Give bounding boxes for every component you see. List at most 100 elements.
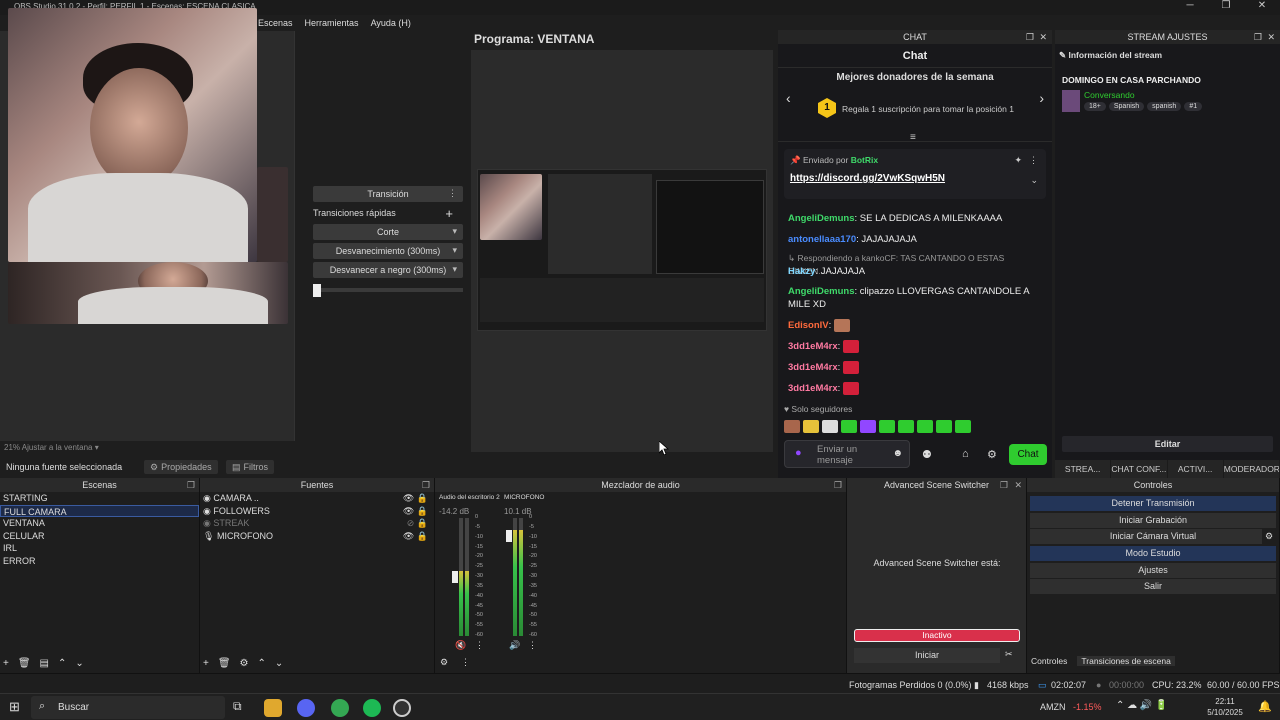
gear-icon[interactable]: ⚙ xyxy=(987,448,997,461)
undock-icon[interactable]: ❐ xyxy=(422,478,430,492)
emote-button[interactable] xyxy=(860,420,876,433)
volume-fader-knob[interactable] xyxy=(452,571,458,583)
close-icon[interactable]: ✕ xyxy=(1014,478,1022,492)
undock-icon[interactable]: ❐ xyxy=(1254,30,1262,44)
chevron-up-icon[interactable]: ⌃ xyxy=(58,658,66,669)
close-icon[interactable]: ✕ xyxy=(1039,30,1047,44)
task-view-icon[interactable]: ⧉ xyxy=(233,699,242,714)
menu-escenas[interactable]: Escenas xyxy=(258,18,293,28)
chevron-down-icon[interactable]: ▾ xyxy=(452,264,457,275)
tab-moderators[interactable]: MODERADORE... xyxy=(1224,460,1280,478)
gear-icon[interactable]: ⚙ xyxy=(440,657,448,668)
points-icon[interactable]: ⚉ xyxy=(922,448,932,461)
kebab-menu-icon[interactable]: ⋮ xyxy=(461,657,470,668)
emote-button[interactable] xyxy=(822,420,838,433)
switcher-start-button[interactable]: Iniciar xyxy=(854,648,1000,663)
scene-item[interactable]: CELULAR xyxy=(0,530,199,543)
transition-fade-button[interactable]: Desvanecimiento (300ms) ▾ xyxy=(313,243,463,259)
close-window-button[interactable]: ✕ xyxy=(1244,0,1280,11)
emote-button[interactable] xyxy=(879,420,895,433)
settings-button[interactable]: Ajustes xyxy=(1030,562,1276,578)
emote-button[interactable] xyxy=(936,420,952,433)
chevron-down-icon[interactable]: ▾ xyxy=(452,245,457,256)
studio-mode-button[interactable]: Modo Estudio xyxy=(1030,546,1276,562)
stream-category[interactable]: Conversando xyxy=(1084,90,1135,100)
close-icon[interactable]: ✕ xyxy=(1267,30,1275,44)
properties-button[interactable]: ⚙ Propiedades xyxy=(144,460,218,474)
chat-username[interactable]: AngeliDemuns xyxy=(788,213,855,224)
emote-button[interactable] xyxy=(784,420,800,433)
scene-item[interactable]: IRL xyxy=(0,542,199,555)
mute-icon[interactable]: 🔇 xyxy=(455,640,466,651)
stock-ticker[interactable]: AMZN xyxy=(1040,702,1066,712)
emote-button[interactable] xyxy=(841,420,857,433)
start-recording-button[interactable]: Iniciar Grabación xyxy=(1030,512,1276,528)
minimize-button[interactable]: ─ xyxy=(1172,0,1208,11)
gear-icon[interactable]: ⚙ xyxy=(240,658,249,669)
scene-item-selected[interactable]: FULL CAMARA xyxy=(0,504,199,518)
taskbar-search[interactable]: ⌕ Buscar xyxy=(31,696,225,719)
scene-item[interactable]: ERROR xyxy=(0,555,199,568)
tab-scene-transitions[interactable]: Transiciones de escena xyxy=(1077,656,1175,666)
gear-icon[interactable]: ⚙ xyxy=(1262,529,1276,545)
chevron-down-icon[interactable]: ⌄ xyxy=(275,658,283,669)
filter-icon[interactable]: ▤ xyxy=(40,658,49,669)
volume-fader-knob[interactable] xyxy=(506,530,512,542)
start-virtual-camera-button[interactable]: Iniciar Cámara Virtual ⚙ xyxy=(1030,529,1276,545)
add-icon[interactable]: + xyxy=(3,658,9,669)
edit-button[interactable]: Editar xyxy=(1062,436,1273,452)
chevron-up-icon[interactable]: ⌃ xyxy=(258,658,266,669)
chat-username[interactable]: AngeliDemuns xyxy=(788,286,855,297)
plus-icon[interactable]: + xyxy=(445,206,453,221)
scene-item[interactable]: VENTANA xyxy=(0,517,199,530)
file-explorer-icon[interactable] xyxy=(264,699,282,717)
chat-username[interactable]: 3dd1eM4rx xyxy=(788,362,838,373)
pinned-link[interactable]: https://discord.gg/2VwKSqwH5N xyxy=(790,173,945,184)
emote-button[interactable] xyxy=(898,420,914,433)
chat-username[interactable]: 3dd1eM4rx xyxy=(788,341,838,352)
program-canvas[interactable] xyxy=(471,50,773,452)
source-item[interactable]: 🎙 MICROFONO 👁 🔒 xyxy=(200,530,434,543)
eye-hidden-icon[interactable]: ⊘ 🔒 xyxy=(407,517,428,530)
emote-button[interactable] xyxy=(803,420,819,433)
t-bar-slider[interactable] xyxy=(313,284,463,297)
tab-controls[interactable]: Controles xyxy=(1031,656,1067,666)
spotify-icon[interactable] xyxy=(363,699,381,717)
microphone-icon[interactable]: ● xyxy=(795,447,802,459)
add-icon[interactable]: + xyxy=(203,658,209,669)
tray-icons[interactable]: ⌃ ☁ 🔊 🔋 xyxy=(1116,700,1168,711)
undock-icon[interactable]: ❐ xyxy=(1026,30,1034,44)
chat-username[interactable]: EdisonIV xyxy=(788,320,829,331)
chevron-right-icon[interactable]: › xyxy=(1039,90,1044,106)
source-item[interactable]: ◉ FOLLOWERS 👁 🔒 xyxy=(200,505,434,518)
filters-button[interactable]: ▤ Filtros xyxy=(226,460,275,474)
kebab-menu-icon[interactable]: ⋮ xyxy=(448,188,457,199)
discord-icon[interactable] xyxy=(297,699,315,717)
source-item[interactable]: ◉ CAMARA .. 👁 🔒 xyxy=(200,492,434,505)
transition-corte-button[interactable]: Corte ▾ xyxy=(313,224,463,240)
trash-icon[interactable]: 🗑 xyxy=(218,658,231,669)
chevron-down-icon[interactable]: ▾ xyxy=(452,226,457,237)
kebab-menu-icon[interactable]: ⋮ xyxy=(475,640,484,651)
chat-username[interactable]: 3dd1eM4rx xyxy=(788,383,838,394)
scene-item[interactable]: STARTING xyxy=(0,492,199,505)
undock-icon[interactable]: ❐ xyxy=(1000,478,1008,492)
speaker-icon[interactable]: 🔊 xyxy=(509,640,520,651)
maximize-button[interactable]: ❐ xyxy=(1208,0,1244,11)
undock-icon[interactable]: ❐ xyxy=(187,478,195,492)
exit-button[interactable]: Salir xyxy=(1030,579,1276,595)
tools-icon[interactable]: ✂ xyxy=(1005,649,1013,660)
windows-start-icon[interactable]: ⊞ xyxy=(9,699,20,715)
tab-chat-config[interactable]: CHAT CONF... xyxy=(1111,460,1168,478)
preview-zoom-status[interactable]: 21% Ajustar a la ventana ▾ xyxy=(4,443,99,452)
transition-button[interactable]: Transición ⋮ xyxy=(313,186,463,202)
kebab-menu-icon[interactable]: ⋮ xyxy=(1029,155,1038,166)
notification-icon[interactable]: 🔔 xyxy=(1258,700,1272,713)
kebab-menu-icon[interactable]: ⋮ xyxy=(528,640,537,651)
undock-icon[interactable]: ❐ xyxy=(834,478,842,492)
stop-stream-button[interactable]: Detener Transmisión xyxy=(1030,496,1276,511)
menu-herramientas[interactable]: Herramientas xyxy=(305,18,359,28)
eye-icon[interactable]: 👁 🔒 xyxy=(403,505,428,518)
chat-input[interactable]: ● Enviar un mensaje ☻ xyxy=(784,440,910,468)
chat-username[interactable]: antonellaaa170 xyxy=(788,234,856,245)
